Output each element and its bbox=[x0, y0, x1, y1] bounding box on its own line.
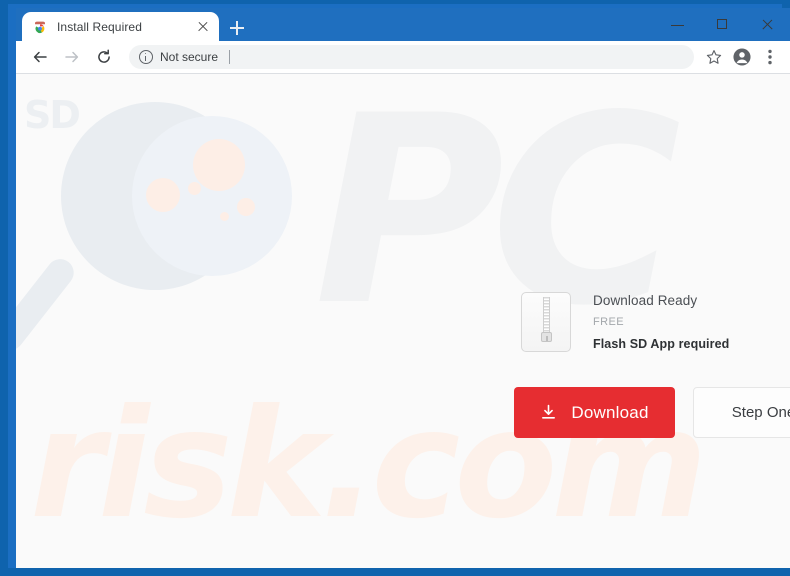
browser-tab[interactable]: Install Required bbox=[22, 12, 219, 41]
zipper-pull bbox=[541, 332, 552, 342]
window-close-button[interactable] bbox=[745, 8, 790, 41]
step-one-button[interactable]: Step One bbox=[693, 387, 790, 438]
browser-window-frame: Install Required Not secure PC risk.com … bbox=[0, 0, 790, 576]
download-arrow-icon bbox=[540, 404, 557, 421]
magnifier-ring bbox=[61, 102, 292, 290]
magnifier-handle bbox=[16, 253, 80, 356]
sd-logo-watermark: SD bbox=[24, 93, 81, 137]
tab-strip: Install Required bbox=[16, 8, 790, 41]
download-info-card: Download Ready FREE Flash SD App require… bbox=[521, 292, 729, 352]
new-tab-button[interactable] bbox=[224, 16, 250, 39]
lens-blob bbox=[146, 178, 180, 212]
security-status-label: Not secure bbox=[160, 50, 219, 64]
minimize-button[interactable] bbox=[655, 8, 700, 41]
tab-title: Install Required bbox=[57, 19, 142, 34]
price-label: FREE bbox=[593, 316, 624, 328]
step-one-button-label: Step One bbox=[731, 404, 790, 421]
window-controls bbox=[655, 8, 790, 41]
lens-blob bbox=[188, 182, 201, 195]
download-card-text: Download Ready FREE Flash SD App require… bbox=[593, 292, 729, 351]
zipper-teeth bbox=[543, 297, 550, 333]
info-circle-icon[interactable] bbox=[139, 50, 153, 64]
chrome-app-icon bbox=[32, 19, 48, 35]
page-viewport: PC risk.com SD Download Ready FREE Flash… bbox=[16, 74, 790, 568]
magnifier-lens bbox=[132, 116, 292, 276]
download-button[interactable]: Download bbox=[514, 387, 675, 438]
magnifying-glass-watermark bbox=[16, 102, 292, 382]
maximize-button[interactable] bbox=[700, 8, 745, 41]
address-text-caret bbox=[229, 50, 231, 64]
lens-blob bbox=[220, 212, 229, 221]
download-ready-title: Download Ready bbox=[593, 293, 698, 308]
lens-blob bbox=[237, 198, 255, 216]
address-bar[interactable]: Not secure bbox=[129, 45, 694, 69]
back-arrow-icon[interactable] bbox=[25, 42, 55, 72]
reload-icon[interactable] bbox=[89, 42, 119, 72]
browser-toolbar: Not secure bbox=[16, 41, 790, 74]
download-button-label: Download bbox=[571, 402, 649, 422]
forward-arrow-icon bbox=[57, 42, 87, 72]
account-avatar-icon[interactable] bbox=[728, 43, 756, 71]
tab-close-icon[interactable] bbox=[195, 19, 211, 35]
three-dot-menu-icon[interactable] bbox=[756, 43, 784, 71]
lens-blob bbox=[193, 139, 245, 191]
requirement-label: Flash SD App required bbox=[593, 337, 730, 351]
action-button-row: Download Step One bbox=[514, 387, 790, 438]
star-icon[interactable] bbox=[700, 43, 728, 71]
zip-archive-icon bbox=[521, 292, 571, 352]
